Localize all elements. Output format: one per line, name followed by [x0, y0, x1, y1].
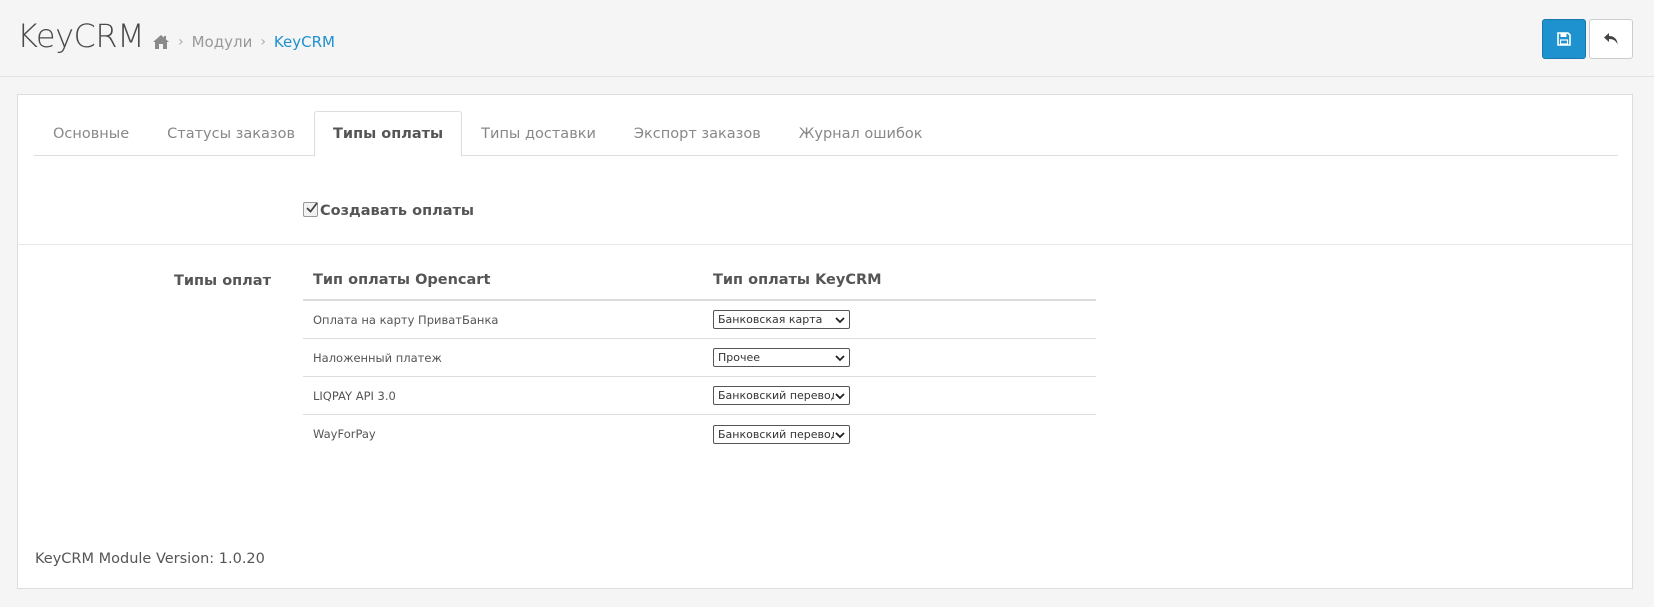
check-icon [306, 201, 318, 213]
chevron-down-icon [834, 352, 846, 364]
table-header: Тип оплаты Opencart Тип оплаты KeyCRM [303, 260, 1096, 301]
opencart-payment-name: Наложенный платеж [313, 350, 442, 365]
settings-panel: Основные Статусы заказов Типы оплаты Тип… [17, 94, 1633, 589]
chevron-down-icon [834, 390, 846, 402]
create-payments-checkbox[interactable] [303, 201, 318, 217]
breadcrumb-separator: › [178, 34, 184, 50]
table-row: LIQPAY API 3.0 Банковский перевод [303, 377, 1096, 415]
page-title: KeyCRM [17, 17, 145, 55]
create-payments-label[interactable]: Создавать оплаты [320, 203, 474, 219]
select-value: Прочее [718, 351, 761, 364]
breadcrumb-separator: › [260, 34, 266, 50]
breadcrumb: › Модули › KeyCRM [152, 33, 335, 51]
payment-types-table: Тип оплаты Opencart Тип оплаты KeyCRM Оп… [303, 260, 1096, 453]
chevron-down-icon [834, 428, 846, 441]
column-header-keycrm: Тип оплаты KeyCRM [713, 271, 882, 288]
opencart-payment-name: LIQPAY API 3.0 [313, 388, 396, 403]
keycrm-payment-select[interactable]: Прочее [713, 348, 850, 367]
keycrm-payment-select[interactable]: Банковская карта [713, 310, 850, 329]
table-row: Оплата на карту ПриватБанка Банковская к… [303, 301, 1096, 339]
opencart-payment-name: Оплата на карту ПриватБанка [313, 312, 499, 327]
keycrm-payment-select[interactable]: Банковский перевод [713, 386, 850, 405]
chevron-down-icon [834, 314, 846, 326]
home-icon[interactable] [152, 34, 170, 50]
tab-order-statuses[interactable]: Статусы заказов [148, 111, 314, 156]
section-divider [18, 244, 1632, 245]
select-value: Банковская карта [718, 313, 823, 326]
breadcrumb-modules[interactable]: Модули [192, 33, 253, 51]
tab-order-export[interactable]: Экспорт заказов [615, 111, 780, 156]
page-header: KeyCRM › Модули › KeyCRM [0, 0, 1654, 77]
breadcrumb-keycrm[interactable]: KeyCRM [274, 33, 335, 51]
table-row: Наложенный платеж Прочее [303, 339, 1096, 377]
tab-payment-types[interactable]: Типы оплаты [314, 111, 463, 157]
keycrm-payment-select[interactable]: Банковский перевод [713, 424, 850, 444]
payment-types-label: Типы оплат [173, 273, 271, 289]
tab-delivery-types[interactable]: Типы доставки [462, 111, 615, 156]
select-value: Банковский перевод [718, 427, 839, 441]
opencart-payment-name: WayForPay [313, 427, 376, 441]
save-button[interactable] [1542, 19, 1586, 59]
back-button[interactable] [1589, 19, 1633, 59]
tab-bar: Основные Статусы заказов Типы оплаты Тип… [34, 111, 1618, 157]
table-row: WayForPay Банковский перевод [303, 415, 1096, 453]
column-header-opencart: Тип оплаты Opencart [313, 271, 491, 288]
save-icon [1557, 32, 1571, 46]
create-payments-row: Создавать оплаты [303, 201, 474, 219]
select-value: Банковский перевод [718, 389, 839, 402]
reply-icon [1604, 33, 1618, 45]
tab-error-log[interactable]: Журнал ошибок [780, 111, 942, 156]
tab-general[interactable]: Основные [34, 111, 148, 156]
module-version: KeyCRM Module Version: 1.0.20 [35, 551, 265, 567]
